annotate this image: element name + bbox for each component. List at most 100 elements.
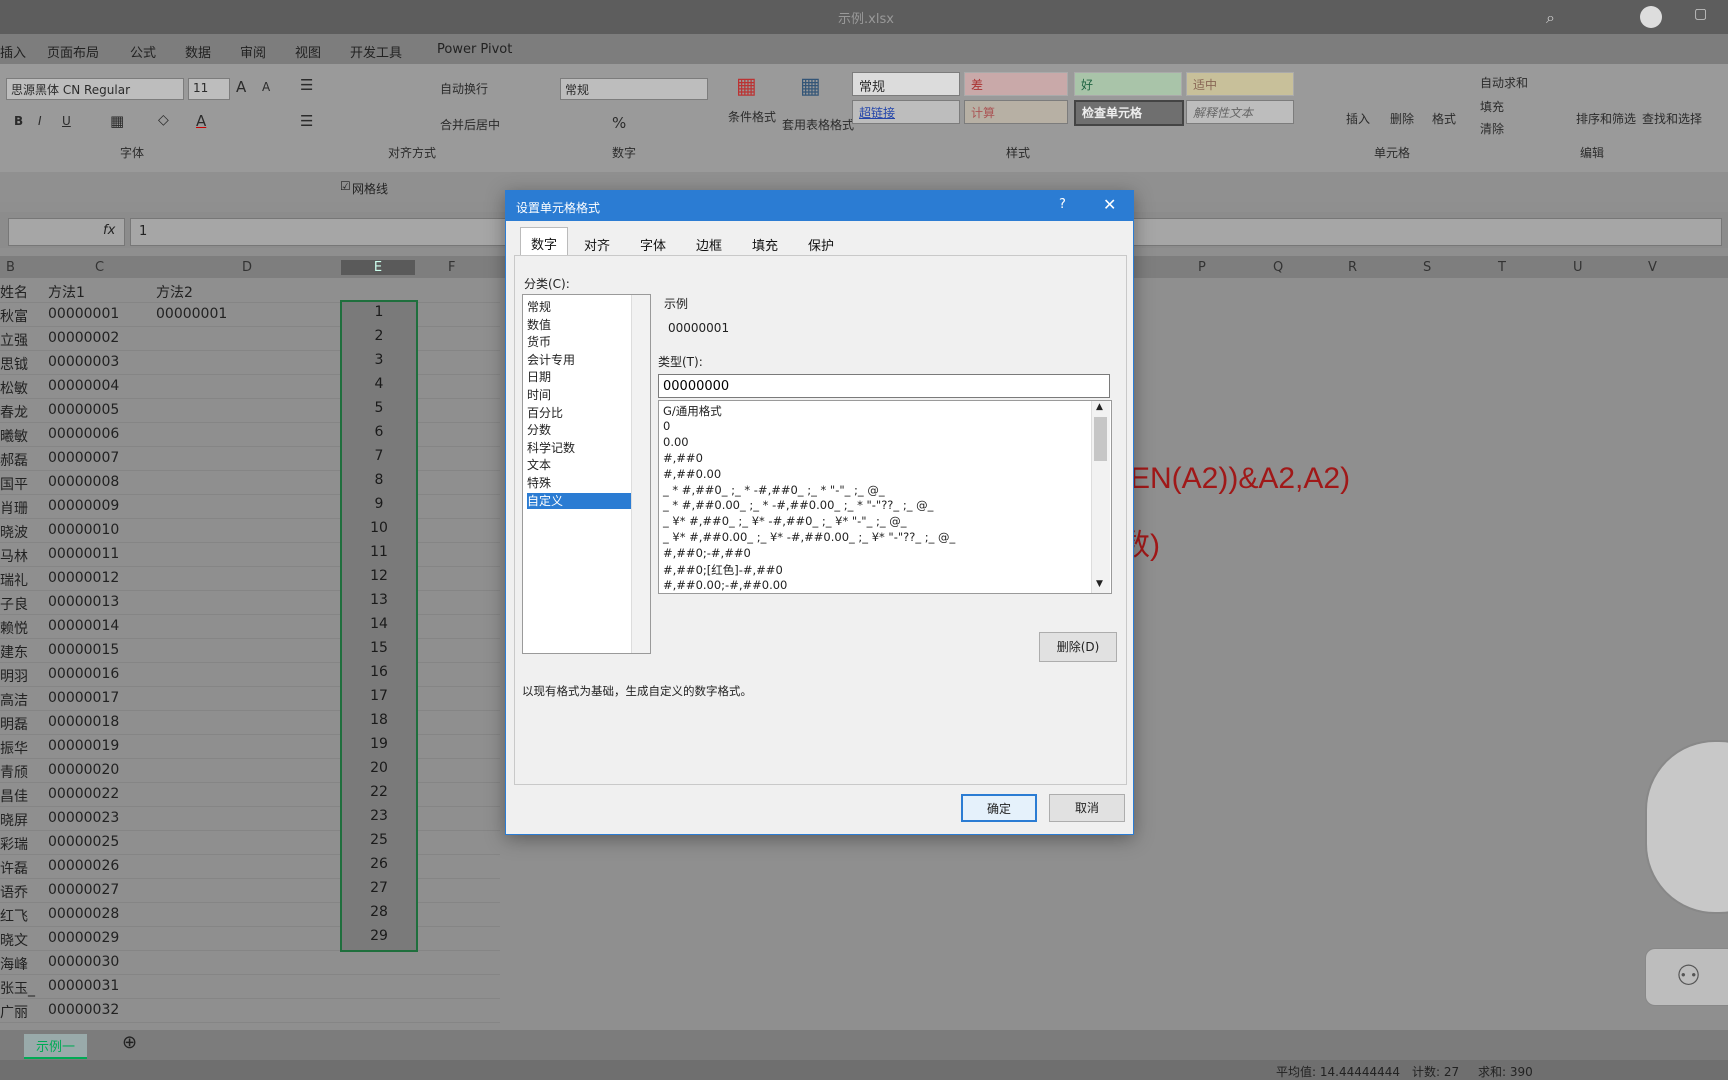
italic-icon[interactable]: I <box>38 114 42 128</box>
tab-data[interactable]: 数据 <box>185 42 211 61</box>
align-top-icon[interactable]: ☰ <box>300 76 313 94</box>
cell-name[interactable]: 立强 <box>0 330 28 350</box>
col-q[interactable]: Q <box>1273 260 1283 275</box>
tab-font[interactable]: 字体 <box>640 235 666 254</box>
selected-cell[interactable]: 29 <box>342 928 416 944</box>
col-t[interactable]: T <box>1498 260 1506 275</box>
selected-cell[interactable]: 3 <box>342 352 416 368</box>
border-icon[interactable]: ▦ <box>110 112 124 130</box>
underline-icon[interactable]: U <box>62 114 71 128</box>
tab-border[interactable]: 边框 <box>696 235 722 254</box>
cell-method1[interactable]: 00000020 <box>48 762 119 778</box>
cell-method1[interactable]: 00000003 <box>48 354 119 370</box>
cell-method1[interactable]: 00000017 <box>48 690 119 706</box>
selected-cell[interactable]: 1 <box>342 304 416 320</box>
delete-cells-button[interactable]: 删除 <box>1390 110 1414 127</box>
format-code-item[interactable]: #,##0;-#,##0 <box>663 546 751 560</box>
format-code-item[interactable]: 0.00 <box>663 435 689 449</box>
selected-cell[interactable]: 11 <box>342 544 416 560</box>
selected-cell[interactable]: 27 <box>342 880 416 896</box>
format-code-item[interactable]: #,##0;[红色]-#,##0 <box>663 562 783 578</box>
cell-method1[interactable]: 00000032 <box>48 1002 119 1018</box>
category-item[interactable]: 特殊 <box>527 475 631 491</box>
tab-page-layout[interactable]: 页面布局 <box>47 42 99 61</box>
autosum-button[interactable]: 自动求和 <box>1480 74 1528 91</box>
format-code-item[interactable]: _ * #,##0.00_ ;_ * -#,##0.00_ ;_ * "-"??… <box>663 498 933 512</box>
cell-name[interactable]: 许磊 <box>0 858 28 878</box>
cell-method1[interactable]: 00000010 <box>48 522 119 538</box>
cell-method1[interactable]: 00000012 <box>48 570 119 586</box>
col-u[interactable]: U <box>1573 260 1583 275</box>
tab-view[interactable]: 视图 <box>295 42 321 61</box>
number-format-select[interactable]: 常规 <box>560 78 708 100</box>
clear-button[interactable]: 清除 <box>1480 120 1504 137</box>
merge-center-button[interactable]: 合并后居中 <box>440 116 500 133</box>
cancel-button[interactable]: 取消 <box>1049 794 1125 822</box>
category-item[interactable]: 文本 <box>527 457 631 473</box>
cell-name[interactable]: 海峰 <box>0 954 28 974</box>
restore-icon[interactable]: ▢ <box>1694 6 1707 22</box>
font-size-select[interactable]: 11 <box>188 78 230 100</box>
cell-method1[interactable]: 00000019 <box>48 738 119 754</box>
col-s[interactable]: S <box>1423 260 1431 275</box>
cell-name[interactable]: 松敏 <box>0 378 28 398</box>
sort-filter-button[interactable]: 排序和筛选 <box>1576 110 1636 127</box>
col-f[interactable]: F <box>448 260 455 275</box>
col-b[interactable]: B <box>6 260 15 275</box>
selected-cell[interactable]: 12 <box>342 568 416 584</box>
cell-name[interactable]: 晓屏 <box>0 810 28 830</box>
name-box[interactable]: fx <box>8 218 125 246</box>
format-list-scrollbar[interactable]: ▲ ▼ <box>1091 401 1110 593</box>
cell-method1[interactable]: 00000022 <box>48 786 119 802</box>
selected-cell[interactable]: 15 <box>342 640 416 656</box>
shrink-font-icon[interactable]: A <box>262 80 270 94</box>
add-sheet-icon[interactable]: ⊕ <box>122 1032 137 1053</box>
selected-cell[interactable]: 22 <box>342 784 416 800</box>
cell-method1[interactable]: 00000015 <box>48 642 119 658</box>
cell-method1[interactable]: 00000007 <box>48 450 119 466</box>
selected-cell[interactable]: 5 <box>342 400 416 416</box>
cell-name[interactable]: 秋富 <box>0 306 28 326</box>
selected-cell[interactable]: 9 <box>342 496 416 512</box>
cell-method1[interactable]: 00000001 <box>48 306 119 322</box>
cell-method1[interactable]: 00000009 <box>48 498 119 514</box>
avatar[interactable] <box>1640 6 1662 28</box>
format-code-item[interactable]: _ ¥* #,##0_ ;_ ¥* -#,##0_ ;_ ¥* "-"_ ;_ … <box>663 514 907 528</box>
font-color-icon[interactable]: A <box>196 112 206 130</box>
cell-method1[interactable]: 00000006 <box>48 426 119 442</box>
cell-name[interactable]: 明磊 <box>0 714 28 734</box>
selected-cell[interactable]: 14 <box>342 616 416 632</box>
close-icon[interactable]: ✕ <box>1103 195 1116 214</box>
cell-method1[interactable]: 00000023 <box>48 810 119 826</box>
selected-cell[interactable]: 23 <box>342 808 416 824</box>
cell-name[interactable]: 郝磊 <box>0 450 28 470</box>
cell-method1[interactable]: 00000030 <box>48 954 119 970</box>
selected-cell[interactable]: 26 <box>342 856 416 872</box>
selected-cell[interactable]: 7 <box>342 448 416 464</box>
cell-name[interactable]: 思钺 <box>0 354 28 374</box>
col-r[interactable]: R <box>1348 260 1357 275</box>
cell-name[interactable]: 红飞 <box>0 906 28 926</box>
cell-method1[interactable]: 00000014 <box>48 618 119 634</box>
col-v[interactable]: V <box>1648 260 1657 275</box>
scroll-up-icon[interactable]: ▲ <box>1096 402 1103 412</box>
selected-cell[interactable]: 16 <box>342 664 416 680</box>
cell-method1[interactable]: 00000025 <box>48 834 119 850</box>
font-name-select[interactable]: 思源黑体 CN Regular <box>6 78 184 100</box>
tab-protection[interactable]: 保护 <box>808 235 834 254</box>
category-item[interactable]: 自定义 <box>527 492 631 509</box>
table-format-button[interactable]: 套用表格格式 <box>782 116 854 133</box>
cell-name[interactable]: 振华 <box>0 738 28 758</box>
style-normal[interactable]: 常规 <box>852 72 960 96</box>
selected-range-e[interactable]: 1 2 3 4 5 6 7 8 9 10 11 12 13 14 15 16 17 18 19 20 22 23 25 26 2… <box>340 300 418 952</box>
format-code-item[interactable]: #,##0.00 <box>663 467 721 481</box>
category-scrollbar[interactable] <box>631 295 650 653</box>
format-cells-button[interactable]: 格式 <box>1432 110 1456 127</box>
format-code-list[interactable]: G/通用格式 0 0.00 #,##0 #,##0.00 _ * #,##0_ ;_ * … <box>658 400 1112 594</box>
wrap-text-button[interactable]: 自动换行 <box>440 80 488 97</box>
selected-cell[interactable]: 2 <box>342 328 416 344</box>
col-e[interactable]: E <box>341 260 415 275</box>
cell-name[interactable]: 瑞礼 <box>0 570 28 590</box>
cell-name[interactable]: 高洁 <box>0 690 28 710</box>
selected-cell[interactable]: 28 <box>342 904 416 920</box>
